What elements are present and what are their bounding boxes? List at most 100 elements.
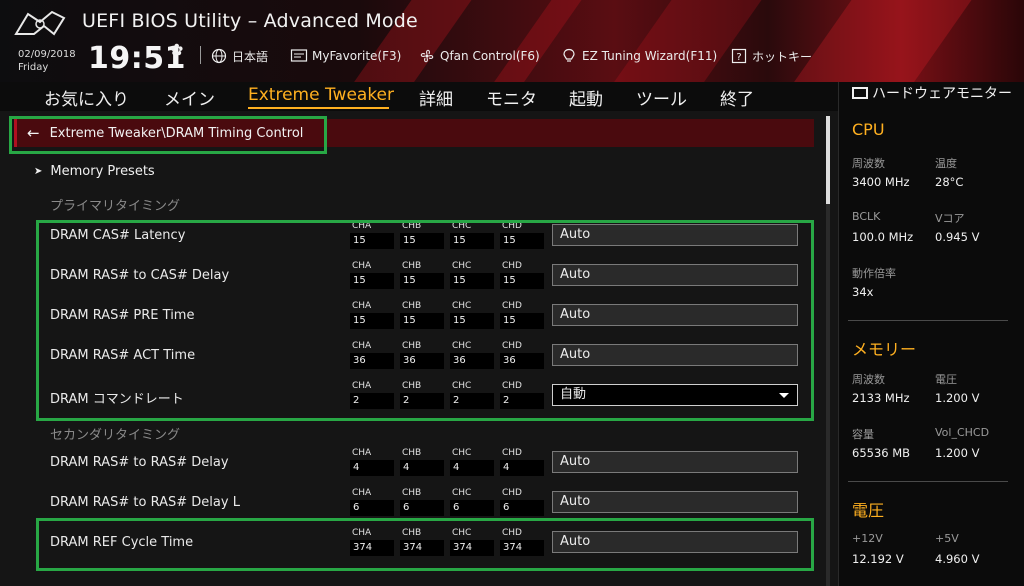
day-text: Friday <box>18 62 49 73</box>
channel-value: 2 <box>350 393 394 409</box>
favorite-icon <box>290 47 308 65</box>
command-rate-select[interactable]: 自動 <box>552 384 798 406</box>
breadcrumb[interactable]: ← Extreme Tweaker\DRAM Timing Control <box>14 119 814 147</box>
timing-row[interactable]: DRAM REF Cycle Time CHA 374 CHB 374 CHC 374 CHD… <box>40 525 810 565</box>
chevron-down-icon <box>779 393 789 398</box>
hw-divider <box>848 320 1008 321</box>
timing-input[interactable]: Auto <box>552 531 798 553</box>
channel-name: CHC <box>452 301 472 311</box>
timing-label: DRAM REF Cycle Time <box>50 535 194 550</box>
hw-cpu-freq-label: 周波数 <box>852 157 885 170</box>
timing-input[interactable]: Auto <box>552 264 798 286</box>
timing-row[interactable]: DRAM コマンドレート CHA 2 CHB 2 CHC 2 CHD 2 自動 <box>40 378 810 418</box>
memory-presets-item[interactable]: ➤ Memory Presets <box>34 164 155 179</box>
gear-icon[interactable]: ✿ <box>170 40 183 59</box>
hw-bclk-label: BCLK <box>852 210 881 223</box>
channel-readout: CHD 6 <box>500 488 544 520</box>
tab-monitor[interactable]: モニタ <box>486 85 537 110</box>
channel-value: 36 <box>350 353 394 369</box>
channel-readout: CHD 36 <box>500 341 544 373</box>
field-value: Auto <box>560 267 591 282</box>
channel-readout: CHD 15 <box>500 221 544 253</box>
channel-name: CHA <box>352 488 372 498</box>
chevron-right-icon: ➤ <box>34 166 43 177</box>
language-button[interactable]: 日本語 <box>210 46 268 66</box>
tab-exit[interactable]: 終了 <box>720 85 754 110</box>
channel-readout: CHC 36 <box>450 341 494 373</box>
channel-readout: CHB 15 <box>400 221 444 253</box>
date-display: 02/09/2018 Friday <box>18 48 76 74</box>
timing-row[interactable]: DRAM RAS# to RAS# Delay L CHA 6 CHB 6 CHC 6 CHD… <box>40 485 810 525</box>
channel-readout: CHA 15 <box>350 261 394 293</box>
channel-readout: CHC 4 <box>450 448 494 480</box>
channel-name: CHB <box>402 448 422 458</box>
timing-label: DRAM RAS# PRE Time <box>50 308 195 323</box>
hw-mem-freq-value: 2133 MHz <box>852 391 910 405</box>
field-value: Auto <box>560 307 591 322</box>
timing-label: DRAM コマンドレート <box>50 392 184 407</box>
hw-mem-volt-label: 電圧 <box>935 373 957 386</box>
channel-name: CHD <box>502 221 522 231</box>
timing-input[interactable]: Auto <box>552 304 798 326</box>
timing-input[interactable]: Auto <box>552 491 798 513</box>
channel-readout: CHC 374 <box>450 528 494 560</box>
channel-readout: CHD 2 <box>500 381 544 413</box>
channel-value: 4 <box>400 460 444 476</box>
timing-row[interactable]: DRAM CAS# Latency CHA 15 CHB 15 CHC 15 CHD 15 Aut… <box>40 218 810 258</box>
timing-row[interactable]: DRAM RAS# PRE Time CHA 15 CHB 15 CHC 15 CHD 15 Au… <box>40 298 810 338</box>
tab-boot[interactable]: 起動 <box>569 85 603 110</box>
tab-advanced[interactable]: 詳細 <box>419 85 453 110</box>
ez-tuning-wizard-button[interactable]: EZ Tuning Wizard(F11) <box>560 46 717 66</box>
myfavorite-button[interactable]: MyFavorite(F3) <box>290 46 401 66</box>
tab-tool[interactable]: ツール <box>636 85 687 110</box>
channel-name: CHA <box>352 528 372 538</box>
breadcrumb-text: Extreme Tweaker\DRAM Timing Control <box>49 125 304 141</box>
channel-value: 15 <box>400 233 444 249</box>
channel-value: 374 <box>400 540 444 556</box>
channel-readout: CHB 15 <box>400 301 444 333</box>
timing-label: DRAM RAS# ACT Time <box>50 348 196 363</box>
channel-name: CHC <box>452 261 472 271</box>
monitor-icon <box>852 87 868 99</box>
timing-row[interactable]: DRAM RAS# to RAS# Delay CHA 4 CHB 4 CHC 4 CHD 4 A… <box>40 445 810 485</box>
tab-main[interactable]: メイン <box>164 85 215 110</box>
myfavorite-label: MyFavorite(F3) <box>312 49 402 63</box>
back-arrow-icon[interactable]: ← <box>27 124 40 142</box>
timing-input[interactable]: Auto <box>552 224 798 246</box>
hotkey-button[interactable]: ? ホットキー <box>730 46 812 66</box>
field-value: Auto <box>560 227 591 242</box>
channel-name: CHA <box>352 301 372 311</box>
timing-input[interactable]: Auto <box>552 344 798 366</box>
timing-label: DRAM RAS# to RAS# Delay L <box>50 495 240 510</box>
hw-bclk-value: 100.0 MHz <box>852 230 914 244</box>
channel-value: 15 <box>500 313 544 329</box>
channel-readout: CHA 4 <box>350 448 394 480</box>
channel-name: CHA <box>352 341 372 351</box>
channel-value: 15 <box>500 273 544 289</box>
hw-mem-freq-label: 周波数 <box>852 373 885 386</box>
channel-value: 374 <box>500 540 544 556</box>
channel-name: CHB <box>402 528 422 538</box>
channel-name: CHD <box>502 528 522 538</box>
tab-favorites[interactable]: お気に入り <box>44 85 129 110</box>
channel-readout: CHD 4 <box>500 448 544 480</box>
channel-value: 15 <box>350 273 394 289</box>
channel-readout: CHD 15 <box>500 261 544 293</box>
channel-name: CHC <box>452 528 472 538</box>
active-tab-indicator <box>248 107 389 109</box>
channel-value: 6 <box>350 500 394 516</box>
language-label: 日本語 <box>232 49 269 64</box>
rog-logo-icon <box>14 10 66 36</box>
timing-row[interactable]: DRAM RAS# to CAS# Delay CHA 15 CHB 15 CHC 15 CH… <box>40 258 810 298</box>
channel-readout: CHA 374 <box>350 528 394 560</box>
channel-readout: CHC 15 <box>450 301 494 333</box>
timing-row[interactable]: DRAM RAS# ACT Time CHA 36 CHB 36 CHC 36 CHD 36 Au… <box>40 338 810 378</box>
timing-input[interactable]: Auto <box>552 451 798 473</box>
section-secondary-timing: セカンダリタイミング <box>50 428 181 443</box>
qfan-control-button[interactable]: Qfan Control(F6) <box>418 46 540 66</box>
channel-value: 15 <box>450 273 494 289</box>
hw-5v-value: 4.960 V <box>935 552 980 566</box>
tab-extreme-tweaker[interactable]: Extreme Tweaker <box>248 85 394 105</box>
scrollbar-thumb[interactable] <box>826 116 830 204</box>
channel-value: 4 <box>500 460 544 476</box>
